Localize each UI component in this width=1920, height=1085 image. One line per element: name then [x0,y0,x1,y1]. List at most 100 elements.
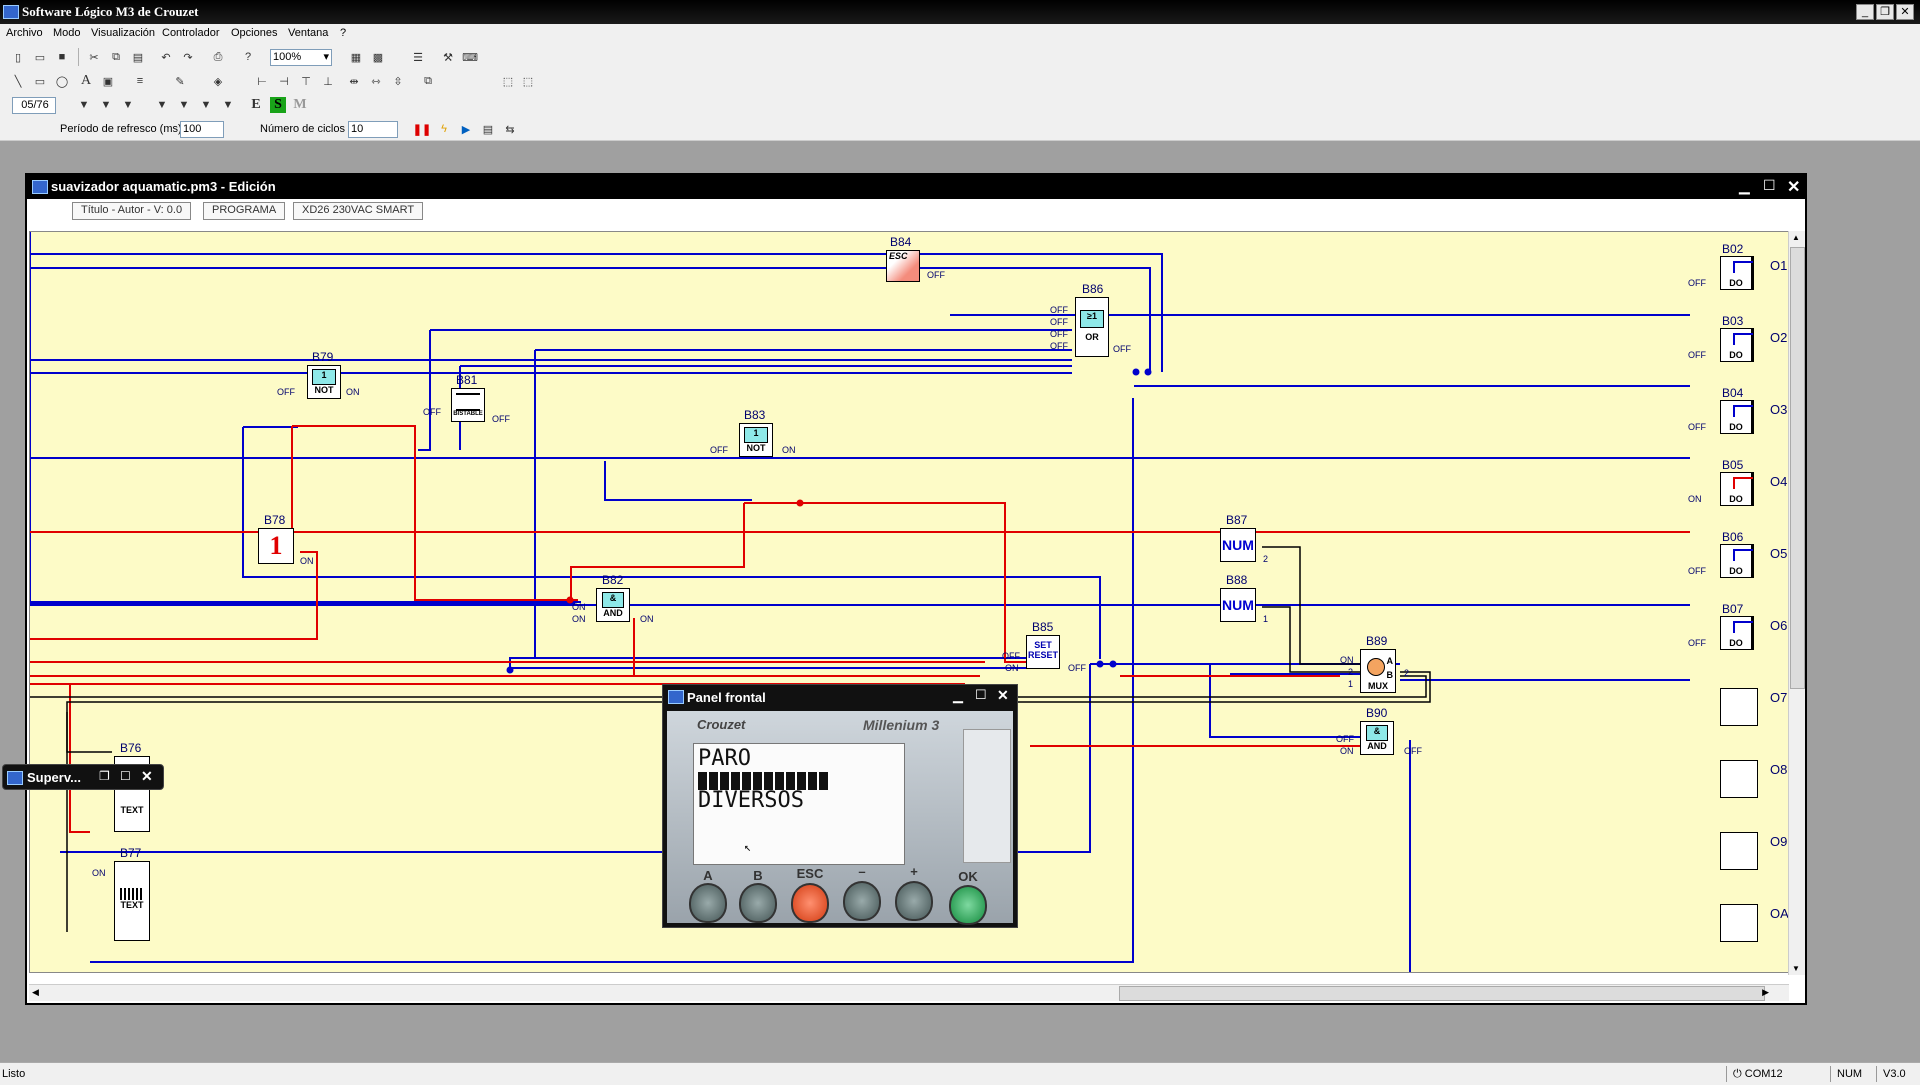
superv-maximize-icon[interactable]: ☐ [120,769,131,783]
vertical-scrollbar[interactable]: ▲ ▼ [1788,231,1805,975]
step-icon[interactable]: ▶ [458,121,474,137]
output-do-block[interactable]: DO [1720,400,1754,434]
maximize-icon[interactable]: ☐ [1763,177,1776,194]
key-b-button[interactable] [739,883,777,923]
zoom-select[interactable]: 100% ▾ [270,49,332,66]
align-right-icon[interactable]: ⊣ [276,73,292,89]
menu-archivo[interactable]: Archivo [6,27,43,39]
refresh-input[interactable]: 100 [180,121,224,138]
fill-icon[interactable]: ◈ [210,73,226,89]
block-b81-bistable[interactable]: BISTABLE [451,388,485,422]
open-folder-icon[interactable]: ▭ [32,49,48,65]
bring-front-icon[interactable]: ⧉ [420,73,436,89]
spacing-v-icon[interactable]: ⇳ [390,73,406,89]
mode-e-button[interactable]: E [248,97,264,113]
scroll-up-icon[interactable]: ▲ [1792,233,1800,242]
menu-help[interactable]: ? [340,27,346,39]
cut-icon[interactable]: ✂ [86,49,102,65]
block-b77-text[interactable]: TEXT [114,861,150,941]
table-icon[interactable]: ▩ [370,49,386,65]
copy-icon[interactable]: ⧉ [108,49,124,65]
block-tool-2-icon[interactable]: ▼ [98,97,114,113]
cycles-input[interactable]: 10 [348,121,398,138]
key-minus-button[interactable] [843,881,881,921]
superv-restore-icon[interactable]: ❐ [99,769,110,783]
center-h-icon[interactable]: ⇹ [346,73,362,89]
print-icon[interactable]: ⎙ [210,49,226,65]
block-b79-not[interactable]: 1 NOT [307,365,341,399]
image-icon[interactable]: ▣ [100,73,116,89]
close-icon[interactable]: ✕ [1787,177,1800,197]
minimize-icon[interactable]: ▁ [1739,178,1750,195]
align-left-icon[interactable]: ⊢ [254,73,270,89]
spacing-h-icon[interactable]: ⇿ [368,73,384,89]
block-tool-3-icon[interactable]: ▼ [120,97,136,113]
line-width-icon[interactable]: ≡ [132,73,148,89]
display-icon[interactable]: ▤ [480,121,496,137]
supervision-window[interactable]: Superv... ❐ ☐ ✕ [2,764,164,790]
menu-controlador[interactable]: Controlador [162,27,219,39]
keyboard-icon[interactable]: ⌨ [462,49,478,65]
key-a-button[interactable] [689,883,727,923]
output-do-block[interactable]: DO [1720,472,1754,506]
block-b84-esc[interactable]: ESC [886,250,920,282]
align-bottom-icon[interactable]: ⊥ [320,73,336,89]
info-title-author[interactable]: Título - Autor - V: 0.0 [72,202,192,220]
output-do-block[interactable]: DO [1720,544,1754,578]
mode-s-button[interactable]: S [270,97,286,113]
menu-opciones[interactable]: Opciones [231,27,277,39]
ungroup-icon[interactable]: ⬚ [520,73,536,89]
horizontal-scroll-thumb[interactable] [1119,986,1765,1001]
group-icon[interactable]: ⬚ [500,73,516,89]
block-b88-num[interactable]: NUM [1220,588,1256,622]
align-icon[interactable]: ☰ [410,49,426,65]
save-icon[interactable]: ■ [54,49,70,65]
panel-close-icon[interactable]: ✕ [997,687,1009,704]
maximize-button[interactable]: ❐ [1876,4,1894,20]
line-icon[interactable]: ╲ [10,73,26,89]
info-program[interactable]: PROGRAMA [203,202,286,220]
block-tool-6-icon[interactable]: ▼ [198,97,214,113]
block-b89-mux[interactable]: A B MUX [1360,649,1396,693]
menu-modo[interactable]: Modo [53,27,81,39]
block-b85-setreset[interactable]: SET RESET [1026,635,1060,669]
scroll-left-icon[interactable]: ◀ [32,987,39,998]
output-empty-slot[interactable] [1720,832,1758,870]
tools-icon[interactable]: ⚒ [440,49,456,65]
mode-m-button[interactable]: M [292,97,308,113]
block-tool-4-icon[interactable]: ▼ [154,97,170,113]
output-empty-slot[interactable] [1720,904,1758,942]
key-esc-button[interactable] [791,883,829,923]
block-b83-not[interactable]: 1 NOT [739,423,773,457]
pause-icon[interactable]: ❚❚ [413,121,431,137]
undo-icon[interactable]: ↶ [158,49,174,65]
scroll-down-icon[interactable]: ▼ [1792,964,1800,973]
info-controller[interactable]: XD26 230VAC SMART [293,202,424,220]
block-b78-constant[interactable]: 1 [258,528,294,564]
output-do-block[interactable]: DO [1720,616,1754,650]
paste-icon[interactable]: ▤ [130,49,146,65]
settings-icon[interactable]: ⇆ [502,121,518,137]
close-button[interactable]: ✕ [1896,4,1914,20]
align-top-icon[interactable]: ⊤ [298,73,314,89]
scroll-right-icon[interactable]: ▶ [1762,987,1769,998]
block-tool-7-icon[interactable]: ▼ [220,97,236,113]
vertical-scroll-thumb[interactable] [1790,247,1805,689]
block-b87-num[interactable]: NUM [1220,528,1256,562]
panel-minimize-icon[interactable]: ▁ [953,688,963,704]
block-b86-or[interactable]: ≥1 OR [1075,297,1109,357]
lightning-icon[interactable]: ϟ [436,121,452,137]
horizontal-scrollbar[interactable]: ◀ ▶ [29,984,1789,1001]
minimize-button[interactable]: _ [1856,4,1874,20]
pen-color-icon[interactable]: ✎ [172,73,188,89]
output-do-block[interactable]: DO [1720,328,1754,362]
block-b90-and[interactable]: & AND [1360,721,1394,755]
panel-maximize-icon[interactable]: ☐ [975,687,987,703]
key-plus-button[interactable] [895,881,933,921]
block-tool-1-icon[interactable]: ▼ [76,97,92,113]
rectangle-icon[interactable]: ▭ [32,73,48,89]
block-b82-and[interactable]: & AND [596,588,630,622]
output-do-block[interactable]: DO [1720,256,1754,290]
redo-icon[interactable]: ↷ [180,49,196,65]
output-empty-slot[interactable] [1720,760,1758,798]
